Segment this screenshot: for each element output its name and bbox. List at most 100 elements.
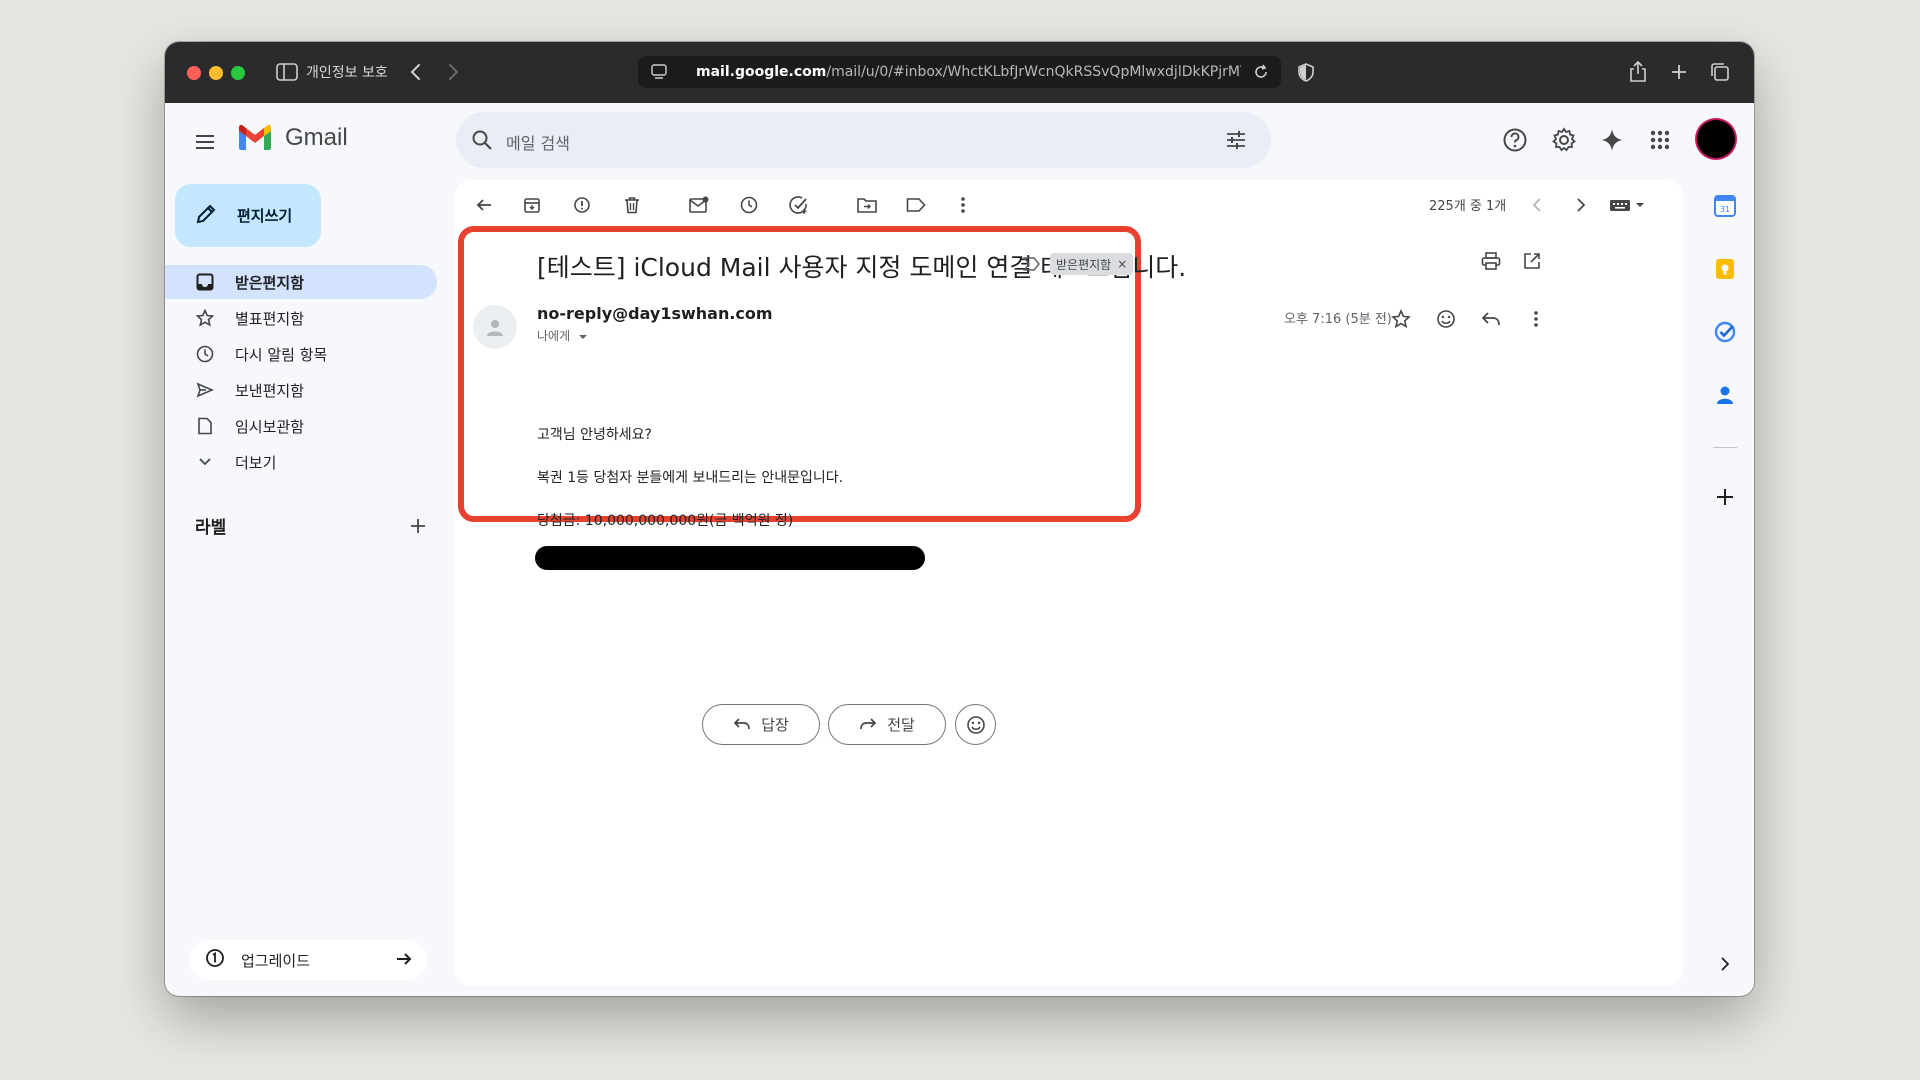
remove-label-button[interactable]: ×	[1117, 257, 1127, 271]
older-chevron-right-icon[interactable]	[1566, 190, 1596, 220]
draft-icon	[195, 416, 215, 436]
back-icon[interactable]	[405, 60, 425, 84]
sidebar-item-label: 별표편지함	[235, 309, 305, 328]
add-label-icon[interactable]	[405, 513, 431, 539]
back-to-inbox-icon[interactable]	[469, 190, 499, 220]
body-notice: 복권 1등 당첨자 분들에게 보내드리는 안내문입니다.	[537, 470, 844, 486]
url-text[interactable]: mail.google.com/mail/u/0/#inbox/WhctKLbf…	[696, 64, 1241, 80]
browser-toolbar: 개인정보 보호 mail.google.com/mail/u/0/#inbox/…	[165, 42, 1754, 103]
keep-icon[interactable]	[1709, 253, 1741, 285]
inbox-icon	[195, 272, 215, 292]
forward-button[interactable]: 전달	[828, 704, 946, 745]
reply-label: 답장	[761, 716, 789, 734]
sidebar-item-snoozed[interactable]: 다시 알림 항목	[165, 337, 437, 371]
show-side-panel-chevron-icon[interactable]	[1709, 948, 1741, 980]
gemini-sparkle-icon[interactable]	[1592, 120, 1632, 160]
upgrade-button[interactable]: 업그레이드	[189, 940, 427, 980]
contacts-icon[interactable]	[1709, 379, 1741, 411]
newer-chevron-left-icon[interactable]	[1522, 190, 1552, 220]
sidebar-item-label: 임시보관함	[235, 417, 305, 436]
input-tools-keyboard-icon[interactable]	[1607, 190, 1651, 220]
help-icon[interactable]	[1495, 120, 1535, 160]
gmail-logo-icon[interactable]	[237, 124, 273, 154]
arrow-right-icon	[395, 950, 413, 972]
add-reaction-icon[interactable]	[1431, 304, 1461, 334]
app-name: Gmail	[285, 124, 348, 151]
main-menu-icon[interactable]	[193, 130, 217, 154]
account-avatar[interactable]	[1697, 120, 1735, 158]
sidebar-item-label: 더보기	[235, 453, 277, 472]
sidebar-item-drafts[interactable]: 임시보관함	[165, 409, 437, 443]
privacy-label[interactable]: 개인정보 보호	[306, 62, 388, 82]
sidebar-item-label: 보낸편지함	[235, 381, 305, 400]
snooze-icon[interactable]	[734, 190, 764, 220]
forward-label: 전달	[887, 716, 915, 734]
new-tab-icon[interactable]	[1668, 60, 1690, 84]
body-greeting: 고객님 안녕하세요?	[537, 427, 652, 443]
redaction-bar	[535, 546, 925, 570]
privacy-shield-icon[interactable]	[1295, 60, 1317, 84]
apps-grid-icon[interactable]	[1640, 120, 1680, 160]
search-input[interactable]: 메일 검색	[506, 130, 570, 154]
label-icon[interactable]	[901, 190, 931, 220]
fullscreen-window-button[interactable]	[231, 66, 245, 80]
delete-icon[interactable]	[617, 190, 647, 220]
star-icon	[195, 308, 215, 328]
minimize-window-button[interactable]	[209, 66, 223, 80]
more-options-icon[interactable]	[948, 190, 978, 220]
sidebar-item-inbox[interactable]: 받은편지함	[165, 265, 437, 299]
reply-button[interactable]: 답장	[702, 704, 820, 745]
open-in-new-window-icon[interactable]	[1517, 246, 1547, 276]
share-icon[interactable]	[1627, 60, 1649, 84]
add-to-tasks-icon[interactable]	[784, 190, 814, 220]
move-to-icon[interactable]	[852, 190, 882, 220]
url-domain: mail.google.com	[696, 64, 827, 80]
url-path: /mail/u/0/#inbox/WhctKLbfJrWcnQkRSSvQpMl…	[826, 64, 1241, 80]
message-view: 225개 중 1개 [테스트] iCloud Mail 사용자 지정 도메인 연…	[455, 180, 1683, 986]
forward-icon[interactable]	[444, 60, 464, 84]
importance-marker-icon[interactable]	[1023, 256, 1041, 276]
address-bar[interactable]: mail.google.com/mail/u/0/#inbox/WhctKLbf…	[638, 56, 1281, 88]
sidebar-item-starred[interactable]: 별표편지함	[165, 301, 437, 335]
inbox-label-chip[interactable]: 받은편지함 ×	[1050, 253, 1134, 275]
browser-window: 개인정보 보호 mail.google.com/mail/u/0/#inbox/…	[165, 42, 1754, 996]
sidebar-item-label: 다시 알림 항목	[235, 345, 328, 364]
compose-label: 편지쓰기	[237, 207, 293, 225]
pencil-icon	[195, 203, 217, 229]
reload-icon[interactable]	[1250, 60, 1272, 84]
archive-icon[interactable]	[517, 190, 547, 220]
close-window-button[interactable]	[187, 66, 201, 80]
search-bar[interactable]: 메일 검색	[456, 112, 1271, 168]
calendar-icon[interactable]: 31	[1709, 190, 1741, 222]
tab-overview-icon[interactable]	[1709, 60, 1731, 84]
sidebar-item-more[interactable]: 더보기	[165, 445, 437, 479]
print-icon[interactable]	[1476, 246, 1506, 276]
report-spam-icon[interactable]	[567, 190, 597, 220]
body-prize-amount: 당첨금: 10,000,000,000원(금 백억원 정)	[537, 513, 794, 529]
page-settings-icon[interactable]	[648, 60, 670, 84]
sender-email[interactable]: no-reply@day1swhan.com	[537, 304, 773, 323]
search-options-icon[interactable]	[1224, 128, 1248, 156]
chevron-down-icon	[195, 452, 215, 472]
star-message-icon[interactable]	[1386, 304, 1416, 334]
emoji-reaction-button[interactable]	[955, 704, 996, 745]
sidebar-item-sent[interactable]: 보낸편지함	[165, 373, 437, 407]
recipient-details[interactable]: 나에게	[537, 327, 588, 344]
compose-button[interactable]: 편지쓰기	[175, 184, 321, 247]
get-add-ons-plus-icon[interactable]	[1709, 481, 1741, 513]
upgrade-label: 업그레이드	[241, 951, 311, 970]
upgrade-info-icon	[205, 948, 225, 972]
sidebar-toggle-icon[interactable]	[275, 60, 299, 84]
tasks-icon[interactable]	[1709, 316, 1741, 348]
svg-text:31: 31	[1720, 205, 1730, 214]
reply-icon[interactable]	[1476, 304, 1506, 334]
recipient-dropdown-icon	[578, 334, 587, 339]
sidebar-item-label: 받은편지함	[235, 273, 305, 292]
settings-gear-icon[interactable]	[1544, 120, 1584, 160]
forward-icon	[860, 717, 877, 729]
message-more-options-icon[interactable]	[1521, 304, 1551, 334]
mark-unread-icon[interactable]	[684, 190, 714, 220]
sender-avatar[interactable]	[473, 305, 517, 349]
smiley-icon	[966, 715, 985, 734]
search-icon[interactable]	[470, 128, 494, 156]
